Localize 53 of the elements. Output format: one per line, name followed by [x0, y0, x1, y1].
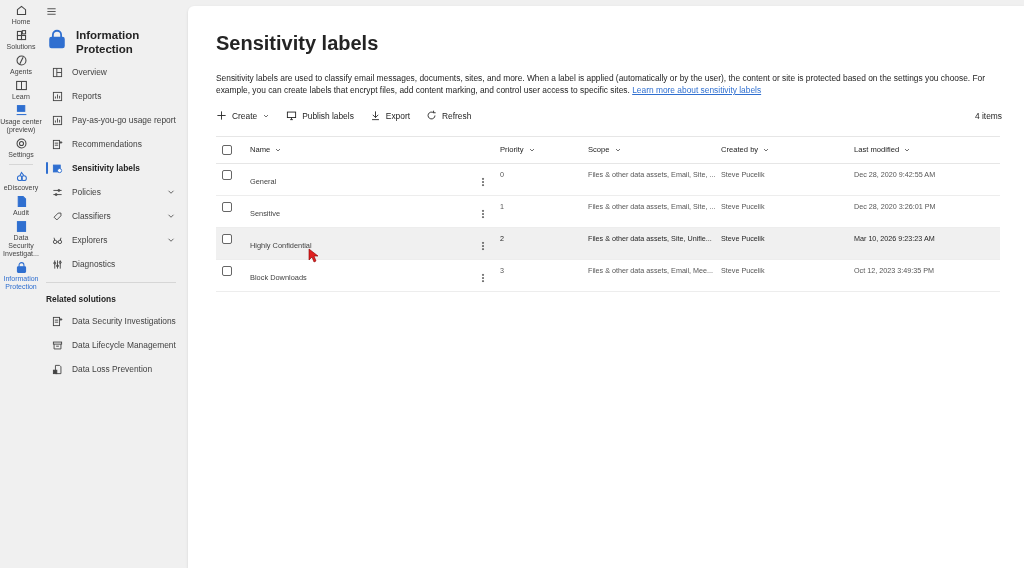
nav-item[interactable]: Classifiers: [46, 204, 176, 228]
nav-item[interactable]: Explorers: [46, 228, 176, 252]
nav-item[interactable]: Data Security Investigations: [46, 309, 176, 333]
row-checkbox[interactable]: [222, 145, 232, 155]
menu-icon[interactable]: [46, 5, 57, 17]
nav-item[interactable]: Data Lifecycle Management: [46, 333, 176, 357]
description-text: Sensitivity labels are used to classify email messages, documents, sites, and more. When a label is applied (automatically or by the user), the content or site is protected based on the settings you choose. For example, you can create labels that encrypt files, add content marking, and control user access to specific sites. Learn more about sensitivity labels: [216, 72, 987, 96]
cursor-icon: [308, 248, 319, 263]
nav-item[interactable]: Recommendations: [46, 132, 176, 156]
toolbar-button[interactable]: Publish labels: [286, 109, 354, 123]
item-count: 4 items: [975, 109, 1002, 123]
page-title: Sensitivity labels: [216, 31, 380, 56]
toolbar-button[interactable]: Export: [369, 109, 411, 123]
sliders-icon: [52, 186, 63, 198]
label-icon: [52, 162, 63, 174]
toolbar-button[interactable]: Create: [216, 109, 271, 123]
nav-item[interactable]: Diagnostics: [46, 252, 176, 276]
sliders-icon: [52, 258, 63, 270]
grid-icon: [14, 29, 28, 42]
row-checkbox[interactable]: [222, 234, 232, 244]
chevron-down-icon: [613, 146, 622, 154]
nav-item[interactable]: Sensitivity labels: [46, 156, 176, 180]
row-checkbox[interactable]: [222, 266, 232, 276]
chart-icon: [52, 90, 63, 102]
archive-icon: [52, 339, 63, 351]
lock-icon: [46, 28, 68, 50]
chevron-down-icon: [903, 146, 912, 154]
settings-icon: [14, 137, 28, 150]
nav-item[interactable]: Reports: [46, 84, 176, 108]
agent-icon: [14, 54, 28, 67]
plus-icon: [216, 110, 227, 122]
nav-item[interactable]: Data Loss Prevention: [46, 357, 176, 381]
chevron-down-icon: [527, 146, 536, 154]
download-icon: [369, 110, 381, 122]
chevron-down-icon: [262, 112, 271, 120]
row-checkbox[interactable]: [222, 202, 232, 212]
learn-more-link[interactable]: Learn more about sensitivity labels: [632, 85, 762, 95]
nav-item[interactable]: Pay-as-you-go usage report: [46, 108, 176, 132]
row-checkbox[interactable]: [222, 170, 232, 180]
home-icon: [14, 4, 28, 17]
nav-item[interactable]: Policies: [46, 180, 176, 204]
chevron-down-icon: [274, 146, 283, 154]
layout-icon: [52, 66, 63, 78]
book-icon: [14, 79, 28, 92]
chart-icon: [52, 114, 63, 126]
lock-icon: [14, 261, 28, 274]
toolbar-button[interactable]: Refresh: [426, 109, 472, 123]
chevron-down-icon: [762, 146, 771, 154]
nav-item[interactable]: Overview: [46, 60, 176, 84]
refresh-icon: [426, 110, 438, 122]
tag-icon: [52, 210, 63, 222]
section-heading: Related solutions: [46, 292, 117, 306]
app-title: Information Protection: [76, 28, 141, 56]
